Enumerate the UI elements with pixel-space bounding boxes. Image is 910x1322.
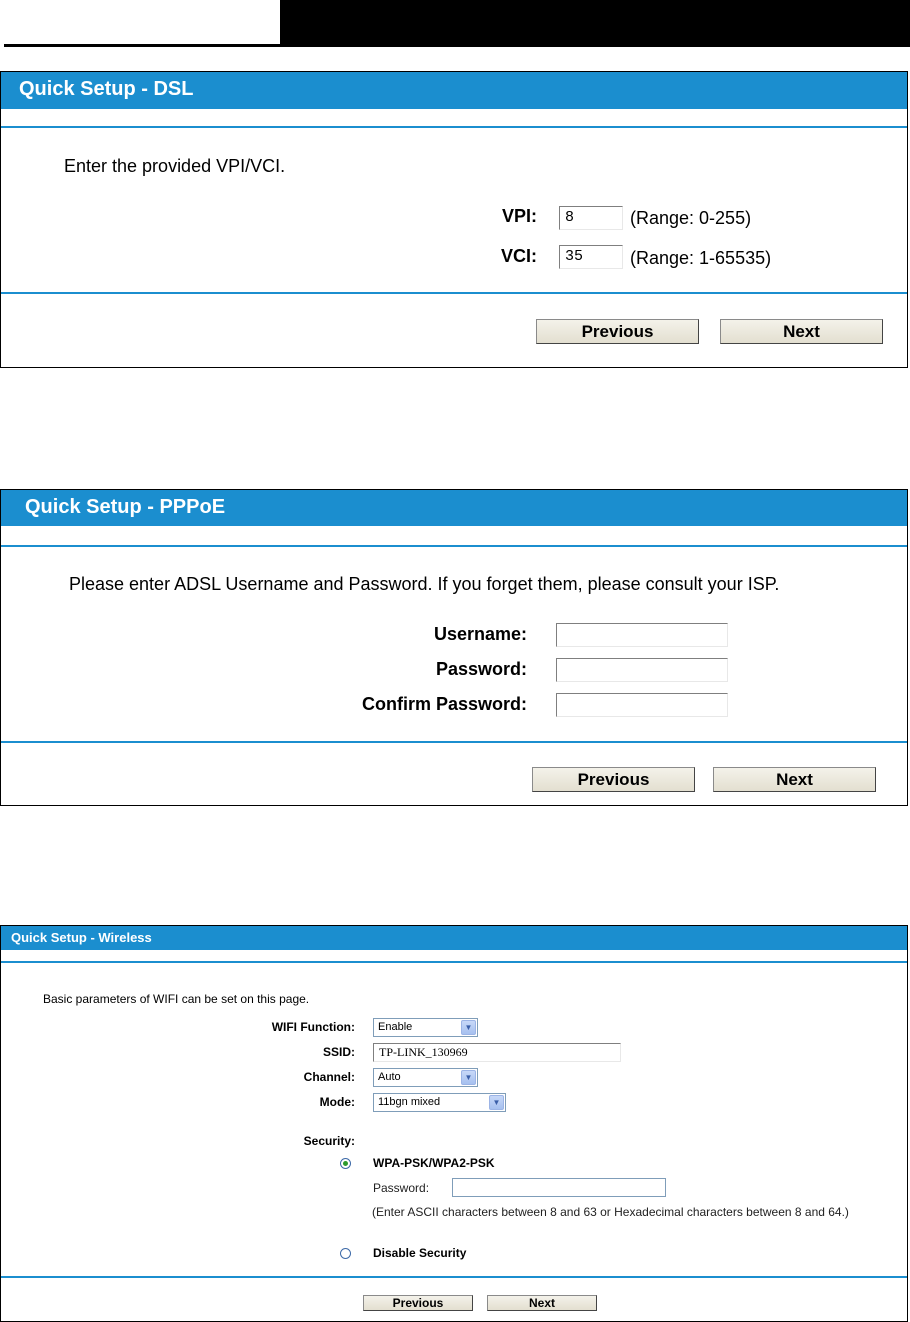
- wpa-password-input[interactable]: [452, 1178, 666, 1197]
- vpi-label: VPI:: [501, 206, 537, 226]
- pppoe-footer-rule: [1, 741, 907, 743]
- confirm-password-input[interactable]: [556, 693, 728, 717]
- vci-range: (Range: 1-65535): [630, 248, 772, 268]
- wireless-title-rule: [1, 961, 907, 963]
- wpa-password-label: Password:: [373, 1181, 430, 1195]
- wifi-function-value: Enable: [378, 1021, 413, 1033]
- dsl-next-button[interactable]: Next: [720, 319, 883, 344]
- wpa-option-label: WPA-PSK/WPA2-PSK: [373, 1156, 495, 1170]
- wireless-title: Quick Setup - Wireless: [1, 926, 907, 950]
- wifi-function-select[interactable]: Enable ▼: [373, 1018, 478, 1037]
- wireless-previous-button[interactable]: Previous: [363, 1295, 473, 1311]
- wifi-function-label: WIFI Function:: [271, 1020, 355, 1034]
- dsl-footer-rule: [1, 292, 907, 294]
- dsl-panel: Quick Setup - DSL Enter the provided VPI…: [0, 71, 908, 368]
- header-underline: [4, 44, 280, 47]
- header-bar: [280, 0, 910, 47]
- pppoe-next-button[interactable]: Next: [713, 767, 876, 792]
- vci-input[interactable]: 35: [559, 245, 623, 269]
- pppoe-title-rule: [1, 545, 907, 547]
- pppoe-previous-button[interactable]: Previous: [532, 767, 695, 792]
- vpi-range: (Range: 0-255): [630, 208, 752, 228]
- chevron-down-icon: ▼: [461, 1070, 476, 1085]
- dsl-title: Quick Setup - DSL: [1, 72, 907, 109]
- ssid-label: SSID:: [322, 1045, 355, 1059]
- channel-value: Auto: [378, 1071, 401, 1083]
- dsl-previous-button[interactable]: Previous: [536, 319, 699, 344]
- password-input[interactable]: [556, 658, 728, 682]
- channel-select[interactable]: Auto ▼: [373, 1068, 478, 1087]
- pppoe-title: Quick Setup - PPPoE: [1, 490, 907, 526]
- wireless-footer-rule: [1, 1276, 907, 1278]
- wireless-instruction: Basic parameters of WIFI can be set on t…: [43, 992, 310, 1006]
- dsl-title-rule: [1, 126, 907, 128]
- mode-label: Mode:: [319, 1095, 355, 1109]
- chevron-down-icon: ▼: [461, 1020, 476, 1035]
- pppoe-instruction: Please enter ADSL Username and Password.…: [69, 574, 780, 594]
- disable-security-label: Disable Security: [373, 1246, 467, 1260]
- wireless-panel: Quick Setup - Wireless Basic parameters …: [0, 925, 908, 1322]
- security-label: Security:: [303, 1134, 355, 1148]
- confirm-password-label: Confirm Password:: [361, 694, 527, 714]
- dsl-instruction: Enter the provided VPI/VCI.: [64, 156, 286, 176]
- password-label: Password:: [435, 659, 527, 679]
- vci-label: VCI:: [501, 246, 537, 266]
- username-input[interactable]: [556, 623, 728, 647]
- channel-label: Channel:: [303, 1070, 355, 1084]
- mode-select[interactable]: 11bgn mixed ▼: [373, 1093, 506, 1112]
- chevron-down-icon: ▼: [489, 1095, 504, 1110]
- vpi-input[interactable]: 8: [559, 206, 623, 230]
- ssid-input[interactable]: TP-LINK_130969: [373, 1043, 621, 1062]
- wpa-radio[interactable]: [340, 1158, 351, 1169]
- username-label: Username:: [433, 624, 527, 644]
- pppoe-panel: Quick Setup - PPPoE Please enter ADSL Us…: [0, 489, 908, 806]
- disable-security-radio[interactable]: [340, 1248, 351, 1259]
- password-hint: (Enter ASCII characters between 8 and 63…: [372, 1205, 849, 1219]
- wireless-next-button[interactable]: Next: [487, 1295, 597, 1311]
- mode-value: 11bgn mixed: [378, 1096, 441, 1108]
